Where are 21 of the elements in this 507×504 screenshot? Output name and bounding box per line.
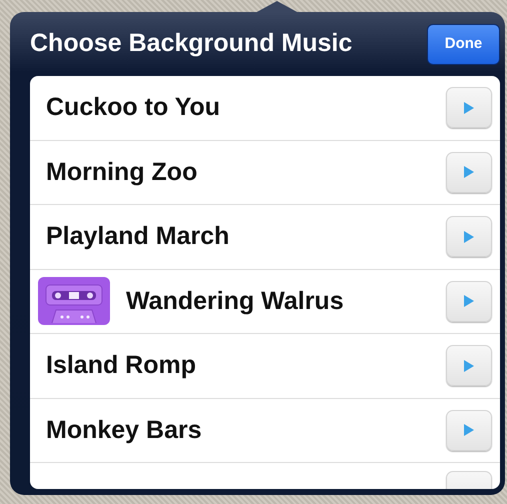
popover-title: Choose Background Music [30, 28, 352, 60]
play-button[interactable] [446, 345, 492, 386]
play-icon [463, 294, 475, 308]
done-button[interactable]: Done [427, 24, 500, 64]
track-name[interactable]: Wandering Walrus [126, 282, 446, 320]
play-button[interactable] [446, 216, 492, 258]
track-name[interactable]: Morning Zoo [46, 154, 446, 191]
track-name[interactable]: Cuckoo to You [46, 89, 446, 126]
play-button[interactable] [446, 410, 492, 451]
play-icon [463, 358, 475, 373]
track-name[interactable]: Playland March [46, 218, 446, 256]
play-button[interactable] [446, 152, 492, 193]
play-button[interactable] [446, 87, 492, 128]
popover-arrow [255, 1, 299, 13]
play-icon [463, 100, 475, 115]
track-name[interactable]: Monkey Bars [46, 412, 446, 449]
track-name[interactable]: Island Romp [46, 347, 446, 384]
play-icon [463, 230, 475, 244]
play-icon [463, 165, 475, 180]
play-icon [463, 423, 475, 438]
play-button[interactable] [446, 280, 492, 322]
